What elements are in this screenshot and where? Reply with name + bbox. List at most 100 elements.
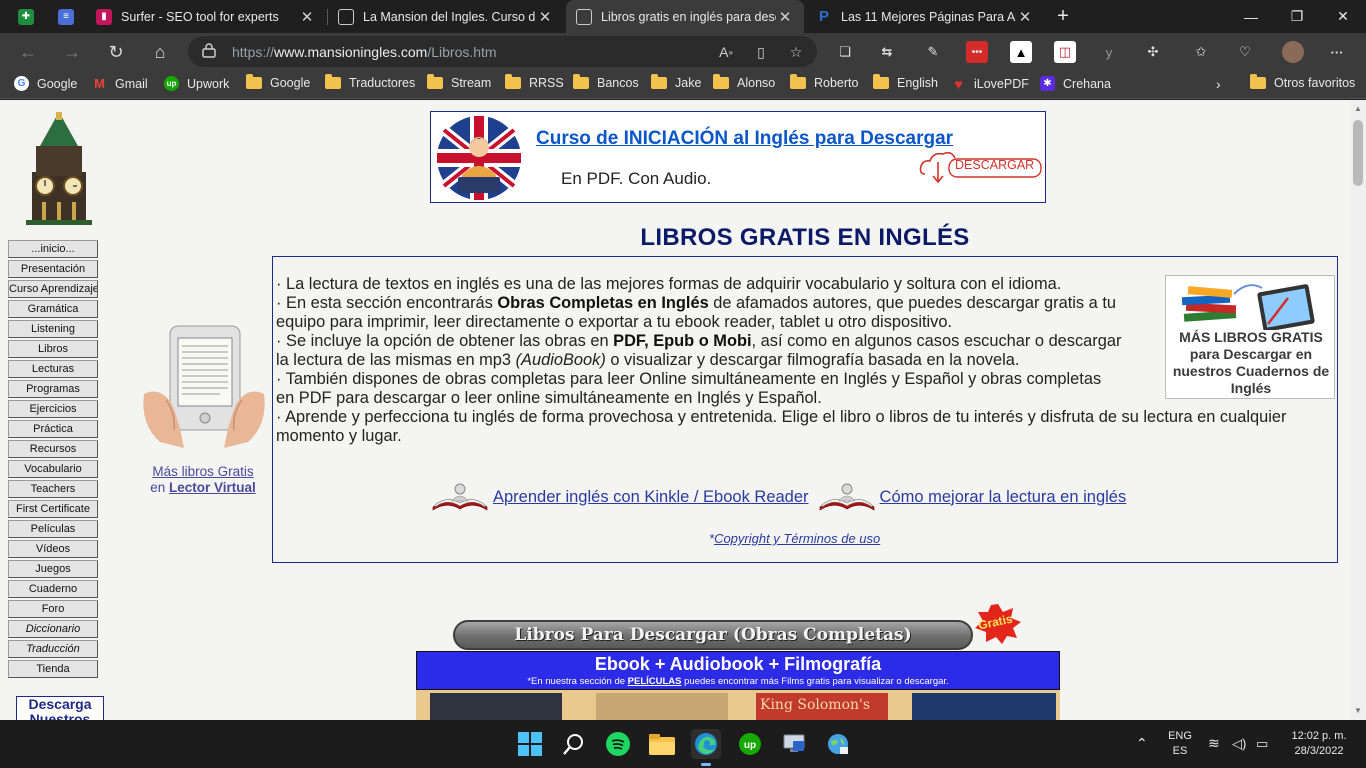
descarga-nuestros-banner[interactable]: Descarga Nuestros <box>16 696 104 720</box>
menu-item-vocabulario[interactable]: Vocabulario <box>8 460 98 478</box>
book-cover-3[interactable]: King Solomon's <box>756 693 888 720</box>
language-indicator[interactable]: ENG ES <box>1162 729 1198 759</box>
bookmark-folder-roberto[interactable]: Roberto <box>790 74 858 90</box>
book-cover-4[interactable] <box>912 693 1056 720</box>
bookmark-folder-google[interactable]: Google <box>246 74 310 90</box>
menu-item-programas[interactable]: Programas <box>8 380 98 398</box>
bookmark-upwork[interactable]: up Upwork <box>164 76 229 91</box>
menu-item-ejercicios[interactable]: Ejercicios <box>8 400 98 418</box>
close-icon[interactable]: ✕ <box>536 8 554 26</box>
home-button[interactable]: ⌂ <box>146 38 174 66</box>
menu-item-peliculas[interactable]: Películas <box>8 520 98 538</box>
menu-item-first-certificate[interactable]: First Certificate <box>8 500 98 518</box>
extensions-puzzle-icon[interactable]: ✣ <box>1142 41 1164 63</box>
tab-mejores-paginas[interactable]: P Las 11 Mejores Páginas Para Apr ✕ <box>806 0 1044 33</box>
ext-y-icon[interactable]: y <box>1098 41 1120 63</box>
menu-item-presentacion[interactable]: Presentación <box>8 260 98 278</box>
new-tab-button[interactable]: + <box>1040 0 1086 33</box>
forward-button[interactable]: → <box>58 38 86 66</box>
scroll-up-icon[interactable]: ▲ <box>1353 104 1363 114</box>
close-icon[interactable]: ✕ <box>776 8 794 26</box>
pinned-tab-sheets[interactable]: ✚ <box>8 0 48 33</box>
bookmark-folder-stream[interactable]: Stream <box>427 74 491 90</box>
banner-title[interactable]: Curso de INICIACIÓN al Inglés para Desca… <box>536 128 953 150</box>
search-icon[interactable] <box>559 729 589 759</box>
file-explorer-icon[interactable] <box>647 729 677 759</box>
menu-item-cuaderno[interactable]: Cuaderno <box>8 580 98 598</box>
menu-item-teachers[interactable]: Teachers <box>8 480 98 498</box>
bookmark-folder-otros[interactable]: Otros favoritos <box>1250 74 1355 90</box>
big-ben-logo[interactable] <box>26 112 92 225</box>
copyright-link[interactable]: *Copyright y Términos de uso <box>709 531 880 546</box>
remote-desktop-icon[interactable] <box>779 729 809 759</box>
menu-item-diccionario[interactable]: Diccionario <box>8 620 98 638</box>
immersive-reader-icon[interactable]: ▯ <box>751 42 771 62</box>
link-kinkle-ebook-reader[interactable]: Aprender inglés con Kinkle / Ebook Reade… <box>493 488 809 507</box>
profile-avatar[interactable] <box>1282 41 1304 63</box>
url-text[interactable]: https://www.mansioningles.com/Libros.htm <box>232 44 497 60</box>
pinned-tab-docs[interactable]: ≡ <box>48 0 84 33</box>
close-icon[interactable]: ✕ <box>298 8 316 26</box>
scroll-down-icon[interactable]: ▼ <box>1353 706 1363 716</box>
bookmark-ilovepdf[interactable]: ♥ iLovePDF <box>951 76 1029 92</box>
menu-item-videos[interactable]: Vídeos <box>8 540 98 558</box>
bookmark-gmail[interactable]: M Gmail <box>92 76 148 91</box>
menu-item-foro[interactable]: Foro <box>8 600 98 618</box>
edge-icon[interactable] <box>691 729 721 759</box>
menu-item-curso-aprendizaje[interactable]: Curso Aprendizaje <box>8 280 98 298</box>
bookmark-folder-rrss[interactable]: RRSS <box>505 74 564 90</box>
clock[interactable]: 12:02 p. m. 28/3/2022 <box>1282 729 1356 759</box>
menu-item-recursos[interactable]: Recursos <box>8 440 98 458</box>
menu-item-practica[interactable]: Práctica <box>8 420 98 438</box>
ext-red-icon[interactable]: ••• <box>966 41 988 63</box>
collections-icon[interactable]: ❏ <box>834 41 856 63</box>
volume-icon[interactable]: ◁) <box>1232 736 1246 751</box>
section-header-button[interactable]: Libros Para Descargar (Obras Completas) <box>453 620 973 650</box>
bookmark-folder-traductores[interactable]: Traductores <box>325 74 415 90</box>
menu-item-libros[interactable]: Libros <box>8 340 98 358</box>
extension-icon[interactable]: ✎ <box>922 41 944 63</box>
address-bar[interactable]: https://www.mansioningles.com/Libros.htm… <box>188 36 817 67</box>
scrollbar-thumb[interactable] <box>1353 120 1363 186</box>
browser-essentials-icon[interactable]: ♡ <box>1234 41 1256 63</box>
chevron-up-icon[interactable]: ⌃ <box>1136 736 1148 751</box>
chevron-right-icon[interactable]: › <box>1216 76 1221 92</box>
link-mejorar-lectura[interactable]: Cómo mejorar la lectura en inglés <box>880 488 1127 507</box>
bookmark-folder-alonso[interactable]: Alonso <box>713 74 775 90</box>
ext-arrow-icon[interactable]: ▲ <box>1010 41 1032 63</box>
restore-button[interactable]: ❐ <box>1274 0 1320 33</box>
book-cover-2[interactable] <box>596 693 728 720</box>
ebook-reader-image[interactable] <box>140 324 268 450</box>
bookmark-folder-english[interactable]: English <box>873 74 938 90</box>
upwork-taskbar-icon[interactable]: up <box>735 729 765 759</box>
menu-item-inicio[interactable]: ...inicio... <box>8 240 98 258</box>
network-globe-icon[interactable] <box>823 729 853 759</box>
course-banner[interactable]: Curso de INICIACIÓN al Inglés para Desca… <box>430 111 1046 203</box>
tab-mansion[interactable]: La Mansion del Ingles. Curso de I ✕ <box>328 0 564 33</box>
add-favorite-icon[interactable]: ☆ <box>786 42 806 62</box>
peliculas-link[interactable]: PELÍCULAS <box>628 676 682 687</box>
menu-item-lecturas[interactable]: Lecturas <box>8 360 98 378</box>
ereader-caption-line1[interactable]: Más libros Gratis <box>136 464 270 480</box>
battery-icon[interactable]: ▭ <box>1256 736 1268 751</box>
menu-item-gramatica[interactable]: Gramática <box>8 300 98 318</box>
ereader-caption-line2[interactable]: en Lector Virtual <box>136 480 270 496</box>
menu-item-tienda[interactable]: Tienda <box>8 660 98 678</box>
bookmark-folder-bancos[interactable]: Bancos <box>573 74 639 90</box>
start-icon[interactable] <box>515 729 545 759</box>
bookmark-folder-jake[interactable]: Jake <box>651 74 701 90</box>
tab-surfer[interactable]: ▮ Surfer - SEO tool for experts ✕ <box>86 0 326 33</box>
tab-libros-active[interactable]: Libros gratis en inglés para desca ✕ <box>566 0 804 33</box>
close-window-button[interactable]: ✕ <box>1320 0 1366 33</box>
read-aloud-icon[interactable]: A» <box>716 42 736 62</box>
bookmark-google[interactable]: G Google <box>14 76 77 91</box>
close-icon[interactable]: ✕ <box>1016 8 1034 26</box>
download-label[interactable]: DESCARGAR <box>955 158 1034 172</box>
minimize-button[interactable]: — <box>1228 0 1274 33</box>
translate-icon[interactable]: ⇆ <box>876 41 898 63</box>
ereader-caption[interactable]: Más libros Gratis en Lector Virtual <box>136 464 270 496</box>
menu-item-listening[interactable]: Listening <box>8 320 98 338</box>
more-menu-icon[interactable]: ··· <box>1326 41 1348 63</box>
back-button[interactable]: ← <box>14 38 42 66</box>
menu-item-traduccion[interactable]: Traducción <box>8 640 98 658</box>
